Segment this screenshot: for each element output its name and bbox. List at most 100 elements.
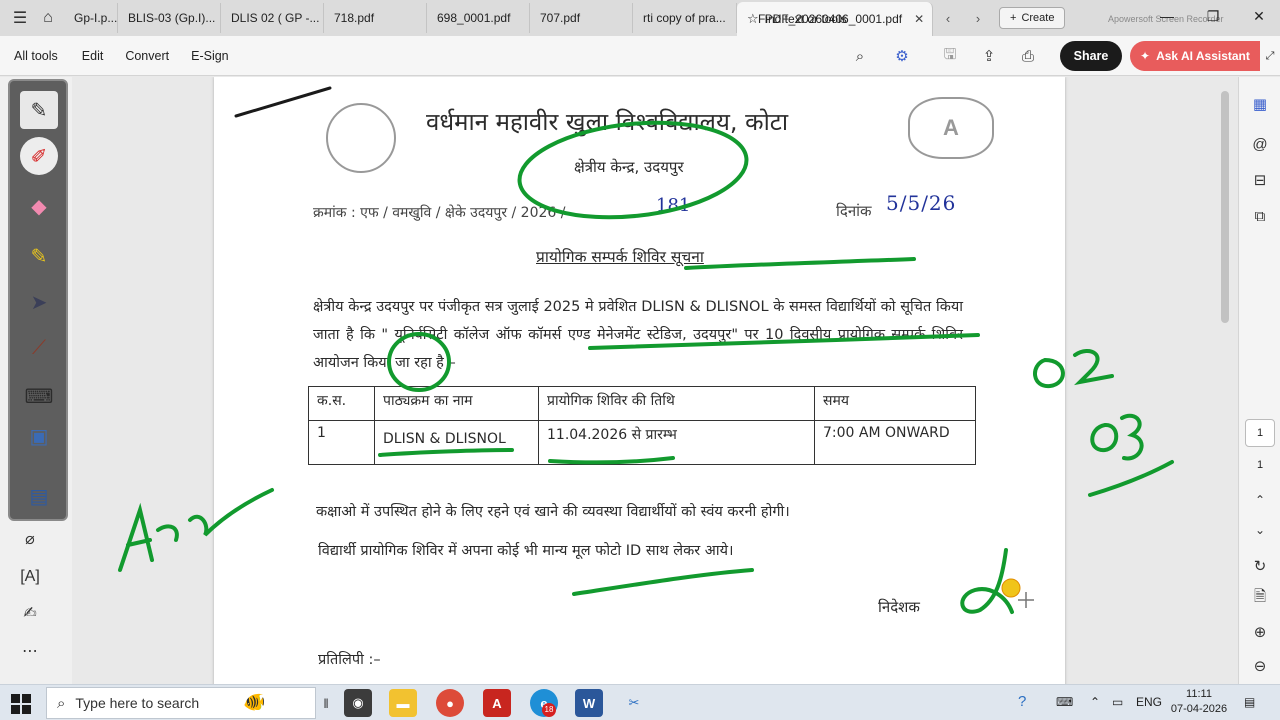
tray-keyboard-icon[interactable]: ⌨ [1056, 695, 1073, 709]
search-icon[interactable]: ⌕ [848, 44, 872, 68]
regional-centre: क्षेत्रीय केन्द्र, उदयपुर [574, 158, 684, 176]
upload-icon[interactable]: ⇪ [977, 44, 1001, 68]
zoom-out-icon[interactable]: ⊖ [1247, 653, 1273, 679]
red-pen-icon[interactable]: ✐ [20, 137, 58, 175]
eraser-icon[interactable]: ◆ [20, 187, 58, 225]
home-icon[interactable]: ⌂ [34, 4, 62, 32]
cursor-icon[interactable]: ➤ [20, 283, 58, 321]
ai-icon: ✦ [1140, 49, 1151, 63]
right-sidebar: ▦ @ ⊟ ⧉ 1 1 ⌃ ⌄ ↻ 🗎 ⊕ ⊖ [1238, 77, 1280, 684]
date-handwritten: 5/5/26 [886, 191, 957, 215]
brush-icon[interactable]: ⟋ [20, 329, 58, 367]
acrobat-icon[interactable]: A [483, 689, 511, 717]
settings-icon[interactable]: ⚙ [890, 44, 914, 68]
find-text-label[interactable]: Find text or tools [758, 12, 847, 26]
chevron-left-icon[interactable]: ‹ [933, 11, 963, 26]
refresh-icon[interactable]: ↻ [1247, 553, 1273, 579]
create-button[interactable]: + Create [999, 7, 1066, 29]
battery-icon[interactable]: ▭ [1112, 695, 1123, 709]
language-indicator[interactable]: ENG [1136, 695, 1162, 709]
tab-5[interactable]: 698_0001.pdf [427, 3, 530, 33]
col-date: प्रायोगिक शिविर की तिथि [538, 386, 815, 421]
notifications-icon[interactable]: ▤ [1244, 695, 1255, 709]
menu-esign[interactable]: E-Sign [181, 49, 239, 63]
tab-label: BLIS-03 (Gp.I)... [128, 11, 216, 25]
tab-1[interactable]: Gp-I.p... [70, 3, 118, 33]
tab-label: DLIS 02 ( GP -... [231, 11, 320, 25]
tab-4[interactable]: 718.pdf [324, 3, 427, 33]
chrome-icon[interactable]: ● [436, 689, 464, 717]
close-icon[interactable]: ✕ [914, 12, 924, 26]
col-course: पाठ्यक्रम का नाम [374, 386, 539, 421]
instruction-line-2: विद्यार्थी प्रायोगिक शिविर में अपना कोई … [318, 543, 734, 559]
lasso-icon[interactable]: ⌀ [16, 525, 44, 553]
copy-pages-icon[interactable]: ⧉ [1247, 203, 1273, 229]
ai-label: Ask AI Assistant [1156, 49, 1250, 63]
yellow-marker-icon[interactable]: ✎ [20, 237, 58, 275]
search-icon: ⌕ [57, 694, 66, 712]
notification-badge: 18 [542, 703, 556, 717]
tab-3[interactable]: DLIS 02 ( GP -... [221, 3, 324, 33]
page-number-input[interactable]: 1 [1245, 419, 1275, 447]
university-seal [326, 103, 396, 173]
minimize-icon[interactable]: — [1144, 0, 1190, 32]
create-label: Create [1021, 12, 1055, 24]
media-app-icon[interactable]: ◉ [344, 689, 372, 717]
notice-title: प्रायोगिक सम्पर्क शिविर सूचना [536, 248, 704, 266]
tab-label: 718.pdf [334, 11, 375, 25]
expand-icon[interactable]: ⤢ [1258, 44, 1280, 68]
more-icon[interactable]: ⋯ [16, 637, 44, 665]
clock[interactable]: 11:11 07-04-2026 [1164, 687, 1234, 717]
scroll-thumb[interactable] [1221, 91, 1229, 323]
tab-6[interactable]: 707.pdf [530, 3, 633, 33]
menu-icon[interactable]: ☰ [6, 4, 34, 32]
snip-icon[interactable]: ✂ [620, 689, 648, 717]
star-icon[interactable]: ☆ [747, 11, 759, 27]
menu-all-tools[interactable]: All tools [0, 49, 72, 63]
cell-time: 7:00 AM ONWARD [814, 420, 976, 465]
table-row: 1 DLISN & DLISNOL 11.04.2026 से प्रारम्भ… [308, 420, 976, 465]
print-icon[interactable]: ⎙ [1016, 44, 1040, 68]
col-sno: क.स. [308, 386, 375, 421]
reference-number: क्रमांक : एफ / वमखुवि / क्षेके उदयपुर / … [313, 205, 566, 221]
maximize-icon[interactable]: ❐ [1190, 0, 1236, 32]
window-close-icon[interactable]: ✕ [1236, 0, 1280, 32]
help-icon[interactable]: ? [1018, 693, 1026, 710]
task-view-icon[interactable]: ‖ [312, 689, 340, 717]
ink-toolbox: ✎ ✐ ◆ ✎ ➤ ⟋ ⌨ ▣ ▤ [8, 79, 68, 521]
ai-assistant-button[interactable]: ✦ Ask AI Assistant [1130, 41, 1260, 71]
naac-badge: A [908, 97, 994, 159]
tab-label: 707.pdf [540, 11, 581, 25]
instruction-line-1: कक्षाओ में उपस्थित होने के लिए रहने एवं … [316, 504, 790, 520]
screen-icon[interactable]: ▣ [20, 417, 58, 455]
highlight-tool-icon[interactable]: ✎ [20, 91, 58, 129]
save-icon[interactable]: 🖫 [938, 44, 962, 68]
at-icon[interactable]: @ [1247, 131, 1273, 157]
menu-edit[interactable]: Edit [72, 49, 114, 63]
tab-2[interactable]: BLIS-03 (Gp.I)... [118, 3, 221, 33]
chevron-up-icon[interactable]: ⌃ [1090, 695, 1100, 709]
taskbar-search[interactable]: ⌕ Type here to search 🐠 [46, 687, 316, 719]
vertical-scrollbar[interactable] [1220, 77, 1230, 684]
file-explorer-icon[interactable]: ▬ [389, 689, 417, 717]
tab-7[interactable]: rti copy of pra... [633, 3, 737, 33]
comment-add-icon[interactable]: ▦ [1247, 91, 1273, 117]
page-tools-icon[interactable]: 🗎 [1247, 585, 1273, 611]
tab-label: rti copy of pra... [643, 11, 726, 25]
windows-start-icon[interactable] [10, 693, 32, 715]
chevron-up-icon[interactable]: ⌃ [1247, 487, 1273, 513]
date-label: दिनांक [836, 202, 872, 220]
menu-convert[interactable]: Convert [113, 49, 181, 63]
word-icon[interactable]: W [575, 689, 603, 717]
share-button[interactable]: Share [1060, 41, 1122, 71]
sign-icon[interactable]: ✍ [16, 599, 44, 627]
zoom-in-icon[interactable]: ⊕ [1247, 619, 1273, 645]
keyboard-icon[interactable]: ⌨ [20, 377, 58, 415]
chevron-right-icon[interactable]: › [963, 11, 993, 26]
bookmark-icon[interactable]: ⊟ [1247, 167, 1273, 193]
chevron-down-icon[interactable]: ⌄ [1247, 517, 1273, 543]
camera-icon[interactable]: ▤ [20, 477, 58, 515]
document-viewer: A वर्धमान महावीर खुला विश्वविद्यालय, कोट… [72, 77, 1238, 684]
text-select-icon[interactable]: [A] [16, 563, 44, 591]
fish-icon: 🐠 [243, 692, 266, 712]
